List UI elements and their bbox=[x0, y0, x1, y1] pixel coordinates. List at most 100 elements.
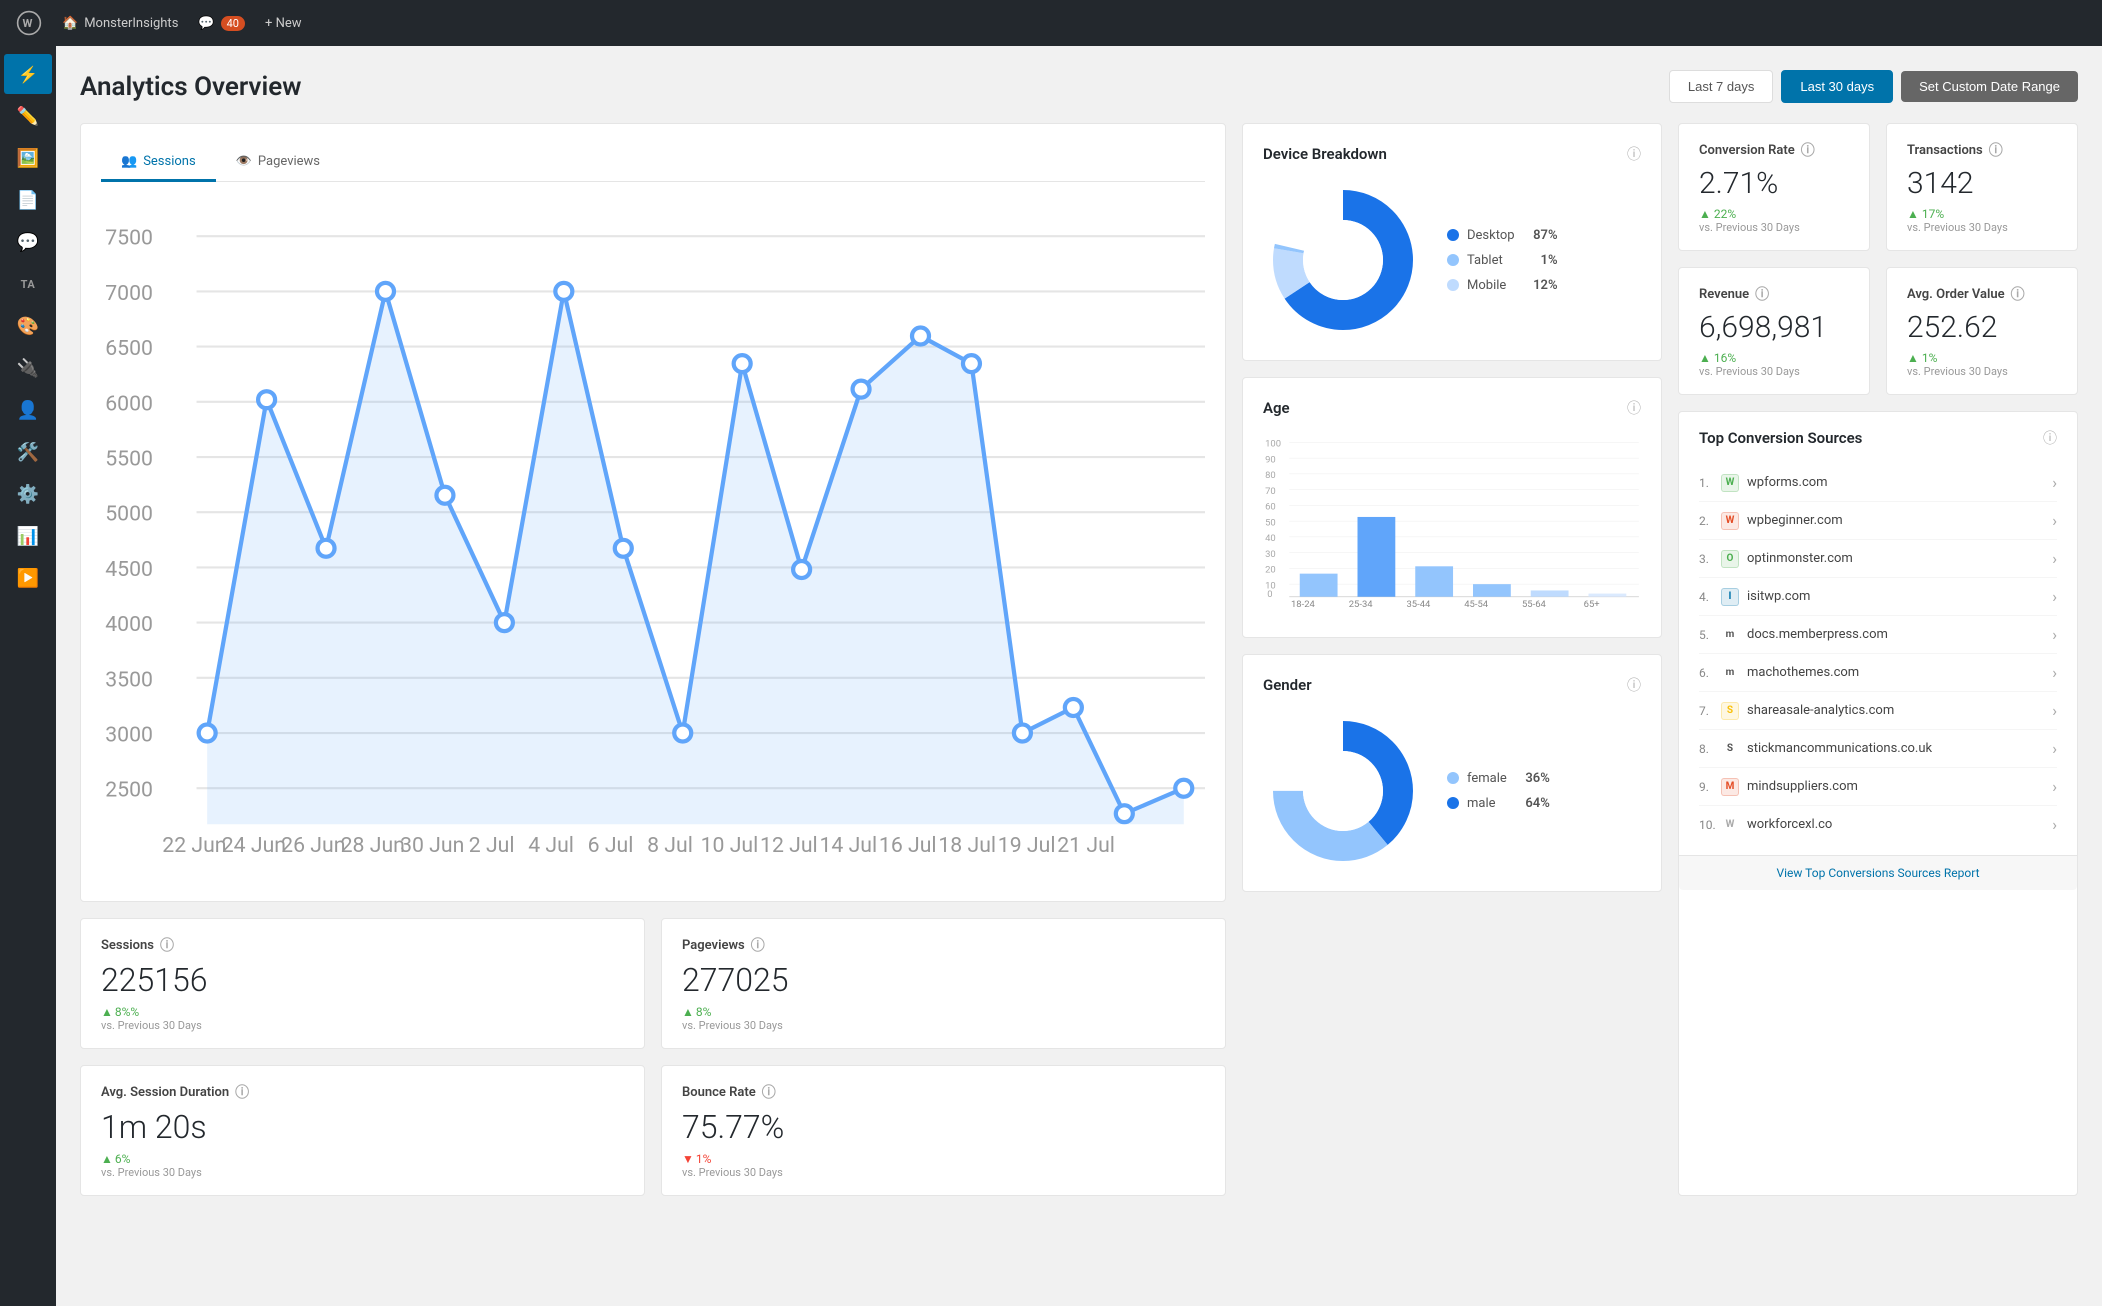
device-info-icon[interactable]: ⓘ bbox=[1627, 144, 1641, 164]
source-item[interactable]: 10. W workforcexl.co › bbox=[1699, 806, 2057, 843]
chevron-down-icon[interactable]: › bbox=[2052, 511, 2057, 530]
source-num: 7. bbox=[1699, 704, 1721, 718]
pageviews-tab-icon: 👁️ bbox=[236, 154, 252, 169]
gender-card-header: Gender ⓘ bbox=[1263, 675, 1641, 695]
chevron-down-icon[interactable]: › bbox=[2052, 777, 2057, 796]
avg-session-info-icon[interactable]: ⓘ bbox=[235, 1082, 249, 1102]
view-report-button[interactable]: View Top Conversions Sources Report bbox=[1679, 855, 2077, 890]
gender-info-icon[interactable]: ⓘ bbox=[1627, 675, 1641, 695]
sidebar-item-dashboard[interactable]: ⚡ bbox=[4, 54, 52, 94]
source-item[interactable]: 3. O optinmonster.com › bbox=[1699, 540, 2057, 578]
male-pct: 64% bbox=[1515, 796, 1550, 811]
comments-item[interactable]: 💬 40 bbox=[198, 16, 245, 31]
svg-text:3000: 3000 bbox=[105, 723, 153, 748]
tab-sessions[interactable]: 👥 Sessions bbox=[101, 144, 216, 182]
svg-text:80: 80 bbox=[1265, 470, 1276, 481]
transactions-info-icon[interactable]: ⓘ bbox=[1989, 140, 2003, 160]
sessions-value: 225156 bbox=[101, 961, 624, 999]
sidebar-item-plugins[interactable]: 🔌 bbox=[4, 348, 52, 388]
play-icon: ▶️ bbox=[17, 568, 39, 589]
source-name: workforcexl.co bbox=[1747, 817, 2052, 832]
source-item[interactable]: 9. M mindsuppliers.com › bbox=[1699, 768, 2057, 806]
svg-text:28 Jun: 28 Jun bbox=[341, 833, 405, 858]
svg-text:12 Jul: 12 Jul bbox=[760, 833, 818, 858]
tab-pageviews[interactable]: 👁️ Pageviews bbox=[216, 144, 340, 182]
svg-text:24 Jun: 24 Jun bbox=[222, 833, 286, 858]
male-dot bbox=[1447, 797, 1459, 809]
gender-title: Gender bbox=[1263, 676, 1312, 694]
source-name: docs.memberpress.com bbox=[1747, 627, 2052, 642]
conversion-sources-header: Top Conversion Sources ⓘ bbox=[1699, 428, 2057, 448]
source-item[interactable]: 7. S shareasale-analytics.com › bbox=[1699, 692, 2057, 730]
sidebar-item-play[interactable]: ▶️ bbox=[4, 558, 52, 598]
source-item[interactable]: 6. m machothemes.com › bbox=[1699, 654, 2057, 692]
svg-text:5500: 5500 bbox=[105, 447, 153, 472]
sidebar-item-ta[interactable]: TA bbox=[4, 264, 52, 304]
svg-text:10 Jul: 10 Jul bbox=[701, 833, 759, 858]
chevron-down-icon[interactable]: › bbox=[2052, 815, 2057, 834]
sessions-chart-card: 👥 Sessions 👁️ Pageviews .grid-line bbox=[80, 123, 1226, 902]
new-item[interactable]: + New bbox=[265, 16, 302, 31]
chevron-down-icon[interactable]: › bbox=[2052, 701, 2057, 720]
sidebar-item-settings[interactable]: ⚙️ bbox=[4, 474, 52, 514]
wp-logo-item[interactable]: W bbox=[16, 10, 42, 36]
chevron-down-icon[interactable]: › bbox=[2052, 663, 2057, 682]
source-item[interactable]: 2. W wpbeginner.com › bbox=[1699, 502, 2057, 540]
device-chart-row: Desktop 87% Tablet 1% Mobile 12% bbox=[1263, 180, 1641, 340]
chevron-down-icon[interactable]: › bbox=[2052, 739, 2057, 758]
sidebar-item-comments[interactable]: 💬 bbox=[4, 222, 52, 262]
last-30-days-button[interactable]: Last 30 days bbox=[1781, 70, 1893, 103]
last-7-days-button[interactable]: Last 7 days bbox=[1669, 70, 1774, 103]
stat-avg-session: Avg. Session Duration ⓘ 1m 20s 6% vs. Pr… bbox=[80, 1065, 645, 1196]
sidebar-item-pages[interactable]: 📄 bbox=[4, 180, 52, 220]
sidebar-item-posts[interactable]: ✏️ bbox=[4, 96, 52, 136]
sessions-tab-icon: 👥 bbox=[121, 154, 137, 169]
sidebar-item-users[interactable]: 👤 bbox=[4, 390, 52, 430]
chevron-down-icon[interactable]: › bbox=[2052, 587, 2057, 606]
svg-text:22 Jun: 22 Jun bbox=[162, 833, 226, 858]
chevron-down-icon[interactable]: › bbox=[2052, 549, 2057, 568]
revenue-label: Revenue ⓘ bbox=[1699, 284, 1849, 304]
pageviews-info-icon[interactable]: ⓘ bbox=[751, 935, 765, 955]
source-item[interactable]: 4. I isitwp.com › bbox=[1699, 578, 2057, 616]
house-icon: 🏠 bbox=[62, 16, 78, 31]
legend-mobile: Mobile 12% bbox=[1447, 278, 1558, 293]
bar-25-34 bbox=[1358, 517, 1396, 597]
svg-text:18 Jul: 18 Jul bbox=[938, 833, 996, 858]
legend-female: female 36% bbox=[1447, 771, 1550, 786]
source-name: machothemes.com bbox=[1747, 665, 2052, 680]
settings-icon: ⚙️ bbox=[17, 484, 39, 505]
sidebar-item-appearance[interactable]: 🎨 bbox=[4, 306, 52, 346]
chevron-down-icon[interactable]: › bbox=[2052, 473, 2057, 492]
bar-18-24 bbox=[1300, 574, 1338, 597]
sidebar-item-tools[interactable]: 🛠️ bbox=[4, 432, 52, 472]
source-item[interactable]: 5. m docs.memberpress.com › bbox=[1699, 616, 2057, 654]
custom-date-range-button[interactable]: Set Custom Date Range bbox=[1901, 71, 2078, 102]
source-item[interactable]: 8. S stickmancommunications.co.uk › bbox=[1699, 730, 2057, 768]
chevron-down-icon[interactable]: › bbox=[2052, 625, 2057, 644]
age-info-icon[interactable]: ⓘ bbox=[1627, 398, 1641, 418]
conversion-rate-info-icon[interactable]: ⓘ bbox=[1801, 140, 1815, 160]
conversion-sources-info-icon[interactable]: ⓘ bbox=[2043, 428, 2057, 448]
metrics-grid: Conversion Rate ⓘ 2.71% 22% vs. Previous… bbox=[1678, 123, 2078, 395]
sessions-info-icon[interactable]: ⓘ bbox=[160, 935, 174, 955]
sessions-arrow-up bbox=[101, 1005, 113, 1019]
revenue-info-icon[interactable]: ⓘ bbox=[1755, 284, 1769, 304]
device-legend: Desktop 87% Tablet 1% Mobile 12% bbox=[1447, 228, 1558, 293]
metric-transactions: Transactions ⓘ 3142 17% vs. Previous 30 … bbox=[1886, 123, 2078, 251]
sidebar: ⚡ ✏️ 🖼️ 📄 💬 TA 🎨 🔌 👤 🛠️ ⚙️ 📊 ▶️ bbox=[0, 46, 56, 1306]
bounce-rate-info-icon[interactable]: ⓘ bbox=[762, 1082, 776, 1102]
avg-session-sub: vs. Previous 30 Days bbox=[101, 1166, 624, 1179]
source-favicon: M bbox=[1721, 778, 1739, 796]
site-name-item[interactable]: 🏠 MonsterInsights bbox=[62, 16, 178, 31]
avg-order-info-icon[interactable]: ⓘ bbox=[2011, 284, 2025, 304]
svg-text:7500: 7500 bbox=[105, 226, 153, 251]
source-item[interactable]: 1. W wpforms.com › bbox=[1699, 464, 2057, 502]
source-name: shareasale-analytics.com bbox=[1747, 703, 2052, 718]
pageviews-label: Pageviews ⓘ bbox=[682, 935, 1205, 955]
gender-card: Gender ⓘ bbox=[1242, 654, 1662, 892]
sidebar-item-media[interactable]: 🖼️ bbox=[4, 138, 52, 178]
svg-text:20: 20 bbox=[1265, 565, 1276, 576]
tablet-dot bbox=[1447, 254, 1459, 266]
sidebar-item-analytics[interactable]: 📊 bbox=[4, 516, 52, 556]
